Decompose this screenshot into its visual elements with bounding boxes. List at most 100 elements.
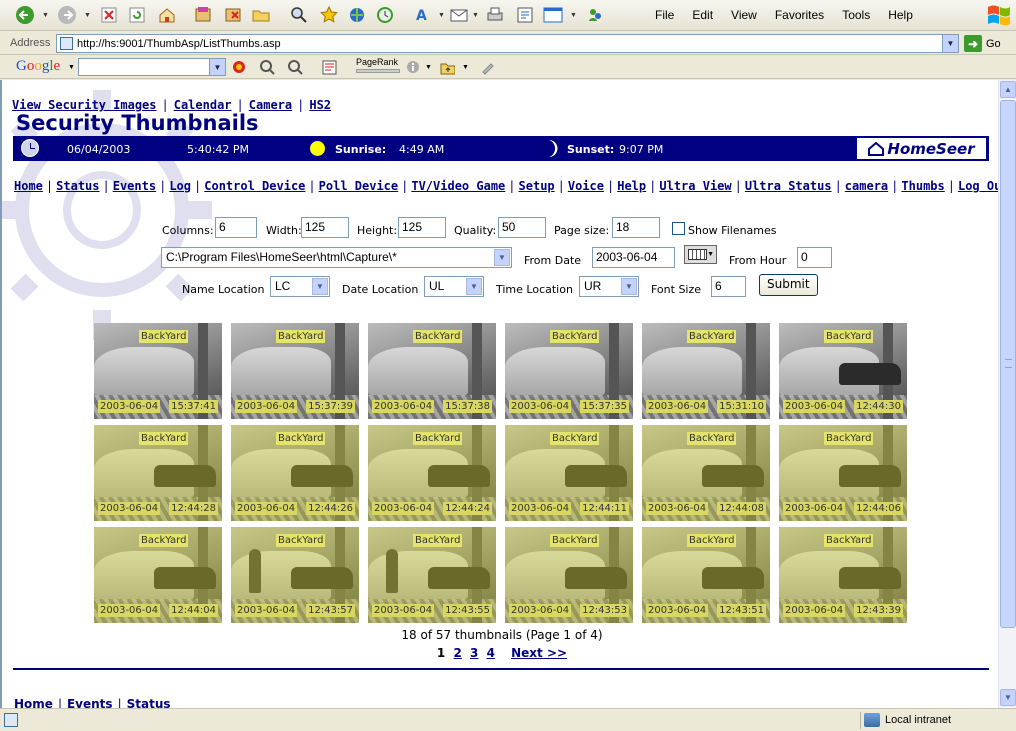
nav-camera[interactable]: camera: [845, 179, 888, 193]
news-icon[interactable]: [322, 60, 337, 75]
nav-voice[interactable]: Voice: [568, 179, 604, 193]
thumbnail-image[interactable]: BackYard 2003-06-04 12:44:28: [94, 425, 222, 521]
thumbnail-image[interactable]: BackYard 2003-06-04 12:44:06: [779, 425, 907, 521]
view-dropdown-icon[interactable]: ▼: [570, 12, 577, 19]
info-icon[interactable]: [406, 60, 421, 75]
thumbnail-image[interactable]: BackYard 2003-06-04 12:43:51: [642, 527, 770, 623]
footer-events[interactable]: Events: [67, 697, 113, 708]
back-icon[interactable]: [14, 4, 36, 26]
search-groups-icon[interactable]: [288, 60, 303, 75]
nav-help[interactable]: Help: [617, 179, 646, 193]
scroll-up-icon[interactable]: ▲: [1000, 81, 1016, 98]
mail-icon[interactable]: [448, 4, 470, 26]
nav-tv-video-game[interactable]: TV/Video Game: [411, 179, 505, 193]
url-dropdown-icon[interactable]: ▼: [942, 35, 958, 52]
thumbnail-image[interactable]: BackYard 2003-06-04 15:37:39: [231, 323, 359, 419]
font-size-dropdown-icon[interactable]: ▼: [438, 12, 445, 19]
width-input[interactable]: 125: [301, 217, 349, 238]
thumbnail-image[interactable]: BackYard 2003-06-04 12:44:26: [231, 425, 359, 521]
google-search-dropdown-icon[interactable]: ▼: [209, 59, 225, 75]
columns-input[interactable]: 6: [215, 217, 257, 238]
url-input[interactable]: http://hs:9001/ThumbAsp/ListThumbs.asp ▼: [56, 34, 959, 53]
view-source-icon[interactable]: [542, 4, 564, 26]
thumbnail-image[interactable]: BackYard 2003-06-04 15:37:41: [94, 323, 222, 419]
nav-events[interactable]: Events: [113, 179, 156, 193]
thumbnail-image[interactable]: BackYard 2003-06-04 12:44:30: [779, 323, 907, 419]
stop-icon[interactable]: [98, 4, 120, 26]
nav-setup[interactable]: Setup: [519, 179, 555, 193]
menu-view[interactable]: View: [722, 8, 766, 22]
submit-button[interactable]: Submit: [759, 274, 818, 296]
date-location-select[interactable]: UL ▼: [424, 276, 484, 297]
nav-ultra-view[interactable]: Ultra View: [659, 179, 731, 193]
capture-path-select[interactable]: C:\Program Files\HomeSeer\html\Capture\*…: [161, 247, 512, 268]
menu-tools[interactable]: Tools: [833, 8, 879, 22]
mail-dropdown-icon[interactable]: ▼: [472, 12, 479, 19]
highlight-icon[interactable]: [480, 60, 495, 75]
menu-help[interactable]: Help: [879, 8, 922, 22]
font-size-icon[interactable]: A: [414, 4, 436, 26]
capture-path-dropdown-icon[interactable]: ▼: [494, 249, 510, 266]
search-icon[interactable]: [288, 4, 310, 26]
thumbnail-image[interactable]: BackYard 2003-06-04 12:44:11: [505, 425, 633, 521]
from-date-input[interactable]: 2003-06-04: [592, 247, 675, 268]
security-zone[interactable]: Local intranet: [864, 713, 951, 727]
up-dropdown-icon[interactable]: ▼: [462, 64, 469, 71]
thumbnail-image[interactable]: BackYard 2003-06-04 12:43:55: [368, 527, 496, 623]
time-location-select[interactable]: UR ▼: [579, 276, 639, 297]
nav-log[interactable]: Log: [169, 179, 191, 193]
from-hour-input[interactable]: 0: [797, 247, 832, 268]
height-input[interactable]: 125: [398, 217, 446, 238]
favorites-delete-icon[interactable]: [222, 4, 244, 26]
menu-file[interactable]: File: [646, 8, 683, 22]
nav-poll-device[interactable]: Poll Device: [319, 179, 398, 193]
quality-input[interactable]: 50: [498, 217, 546, 238]
thumbnail-image[interactable]: BackYard 2003-06-04 12:44:04: [94, 527, 222, 623]
page-link-4[interactable]: 4: [487, 646, 495, 660]
thumbnail-image[interactable]: BackYard 2003-06-04 12:44:08: [642, 425, 770, 521]
thumbnail-image[interactable]: BackYard 2003-06-04 12:43:39: [779, 527, 907, 623]
menu-favorites[interactable]: Favorites: [766, 8, 833, 22]
forward-icon[interactable]: [56, 4, 78, 26]
font-size-input[interactable]: 6: [711, 276, 746, 297]
favorites-add-icon[interactable]: [192, 4, 214, 26]
link-view-security-images[interactable]: View Security Images: [12, 98, 157, 112]
nav-thumbs[interactable]: Thumbs: [901, 179, 944, 193]
edit-page-icon[interactable]: [514, 4, 536, 26]
favorites-star-icon[interactable]: [318, 4, 340, 26]
footer-home[interactable]: Home: [14, 697, 53, 708]
nav-status[interactable]: Status: [56, 179, 99, 193]
vertical-scrollbar[interactable]: ▲ ▼: [998, 80, 1016, 708]
name-location-select[interactable]: LC ▼: [270, 276, 330, 297]
time-location-dropdown-icon[interactable]: ▼: [621, 278, 637, 295]
name-location-dropdown-icon[interactable]: ▼: [312, 278, 328, 295]
google-menu-dropdown-icon[interactable]: ▼: [68, 64, 75, 71]
folder-icon[interactable]: [250, 4, 272, 26]
calendar-picker-button[interactable]: ▼: [684, 245, 717, 264]
search-web-icon[interactable]: [232, 60, 247, 75]
forward-dropdown-icon[interactable]: ▼: [84, 12, 91, 19]
home-icon[interactable]: [156, 4, 178, 26]
link-calendar[interactable]: Calendar: [174, 98, 232, 112]
google-search-input[interactable]: ▼: [78, 58, 226, 76]
link-camera[interactable]: Camera: [249, 98, 292, 112]
refresh-icon[interactable]: [126, 4, 148, 26]
homeseer-logo[interactable]: HomeSeer: [857, 138, 986, 159]
search-site-icon[interactable]: [260, 60, 275, 75]
nav-home[interactable]: Home: [14, 179, 43, 193]
thumbnail-image[interactable]: BackYard 2003-06-04 15:31:10: [642, 323, 770, 419]
next-page-link[interactable]: Next >>: [511, 646, 567, 660]
thumbnail-image[interactable]: BackYard 2003-06-04 15:37:35: [505, 323, 633, 419]
page-link-2[interactable]: 2: [453, 646, 461, 660]
scroll-thumb[interactable]: [1000, 100, 1016, 628]
date-location-dropdown-icon[interactable]: ▼: [466, 278, 482, 295]
go-button[interactable]: ➜ Go: [964, 35, 1001, 52]
page-link-3[interactable]: 3: [470, 646, 478, 660]
media-icon[interactable]: [346, 4, 368, 26]
info-dropdown-icon[interactable]: ▼: [425, 64, 432, 71]
thumbnail-image[interactable]: BackYard 2003-06-04 12:43:57: [231, 527, 359, 623]
google-logo[interactable]: Google: [16, 58, 60, 75]
thumbnail-image[interactable]: BackYard 2003-06-04 12:43:53: [505, 527, 633, 623]
scroll-down-icon[interactable]: ▼: [1000, 689, 1016, 706]
menu-edit[interactable]: Edit: [683, 8, 722, 22]
